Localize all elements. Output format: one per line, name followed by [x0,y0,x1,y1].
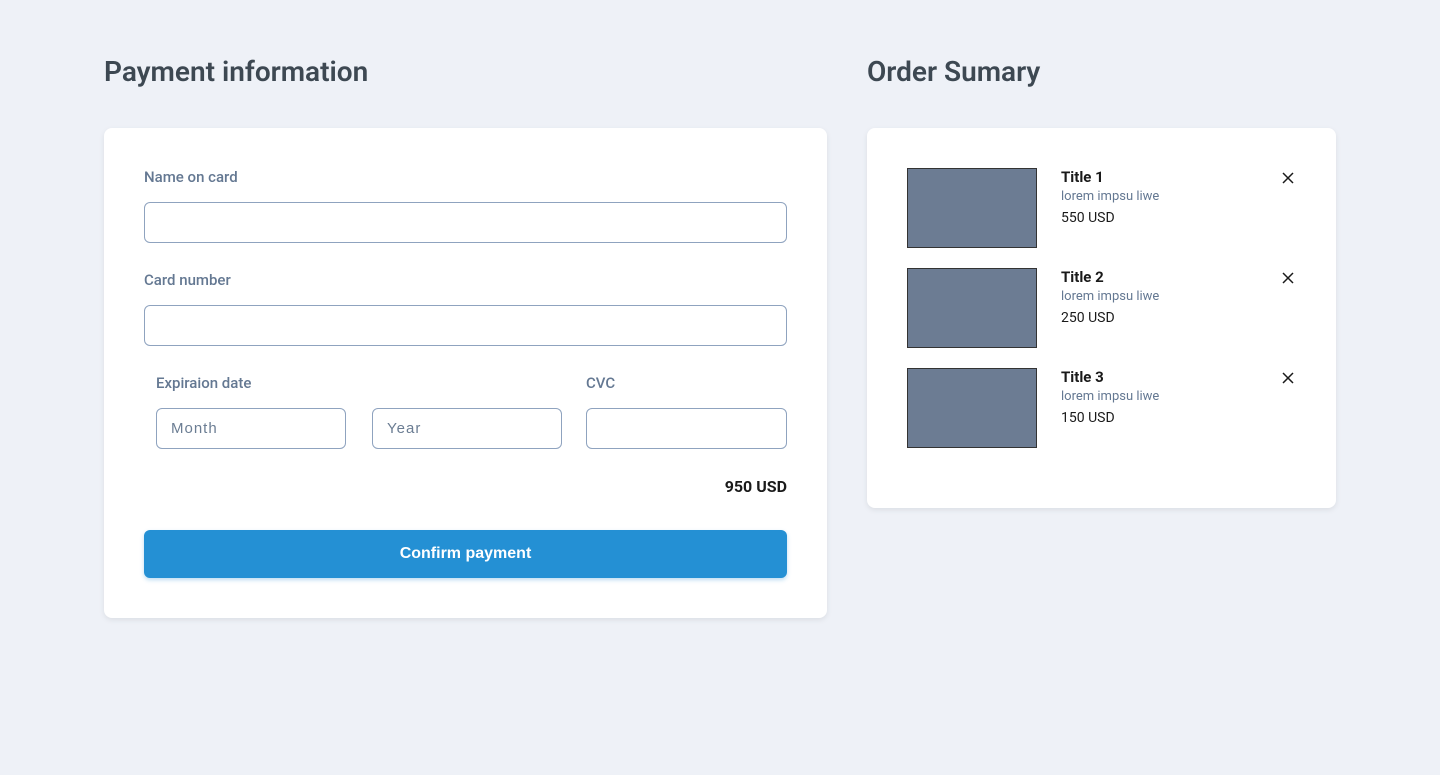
name-input[interactable] [144,202,787,243]
remove-item-button[interactable] [1280,270,1296,286]
remove-item-button[interactable] [1280,170,1296,186]
item-image-placeholder [907,268,1037,348]
item-image-placeholder [907,368,1037,448]
month-input[interactable] [156,408,346,449]
cvc-input[interactable] [586,408,787,449]
close-icon [1282,272,1294,284]
summary-title: Order Sumary [867,55,1336,88]
card-number-label: Card number [144,271,787,289]
item-price: 250 USD [1061,310,1256,326]
card-number-input[interactable] [144,305,787,346]
name-label: Name on card [144,168,787,186]
item-title: Title 3 [1061,368,1256,386]
order-item: Title 3 lorem impsu liwe 150 USD [907,368,1296,448]
remove-item-button[interactable] [1280,370,1296,386]
expiration-label: Expiraion date [156,374,562,392]
item-description: lorem impsu liwe [1061,289,1256,304]
close-icon [1282,372,1294,384]
item-image-placeholder [907,168,1037,248]
item-title: Title 2 [1061,268,1256,286]
payment-card: Name on card Card number Expiraion date … [104,128,827,618]
total-amount: 950 USD [144,477,787,496]
item-description: lorem impsu liwe [1061,189,1256,204]
cvc-label: CVC [586,374,787,392]
payment-title: Payment information [104,55,827,88]
item-price: 550 USD [1061,210,1256,226]
close-icon [1282,172,1294,184]
item-description: lorem impsu liwe [1061,389,1256,404]
order-item: Title 2 lorem impsu liwe 250 USD [907,268,1296,348]
year-input[interactable] [372,408,562,449]
order-item: Title 1 lorem impsu liwe 550 USD [907,168,1296,248]
confirm-payment-button[interactable]: Confirm payment [144,530,787,578]
summary-card: Title 1 lorem impsu liwe 550 USD Title 2… [867,128,1336,508]
item-title: Title 1 [1061,168,1256,186]
item-price: 150 USD [1061,410,1256,426]
